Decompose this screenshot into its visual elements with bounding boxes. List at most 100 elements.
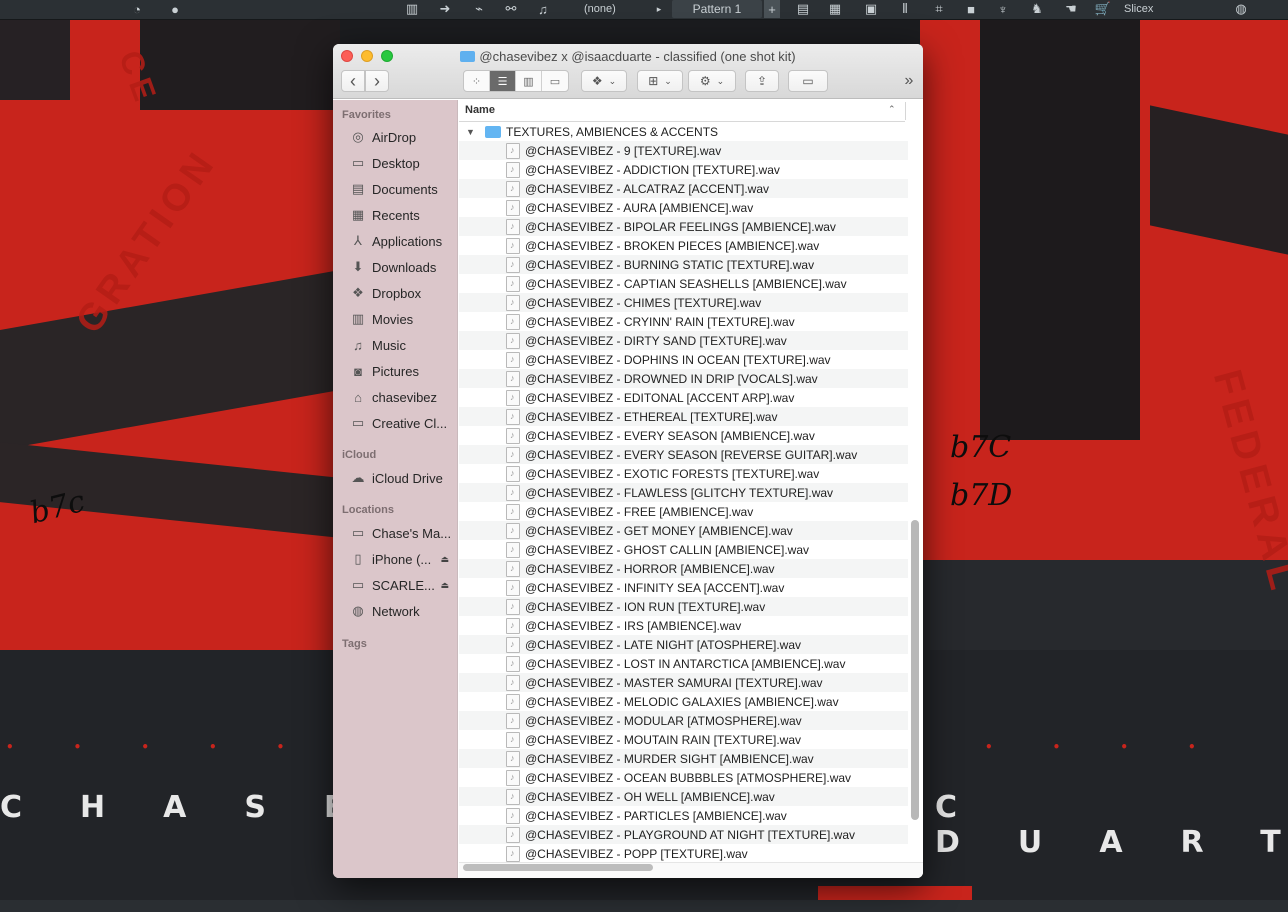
bell-icon[interactable]: ♫ <box>530 0 556 18</box>
sidebar-item-pictures[interactable]: ◙ Pictures <box>349 360 457 382</box>
share-button[interactable]: ⇪ <box>745 70 779 92</box>
tags-button[interactable]: ▭ <box>788 70 828 92</box>
file-row[interactable]: @CHASEVIBEZ - FLAWLESS [GLITCHY TEXTURE]… <box>459 483 908 502</box>
file-row[interactable]: @CHASEVIBEZ - DOPHINS IN OCEAN [TEXTURE]… <box>459 350 908 369</box>
pattern-name[interactable]: Pattern 1 <box>672 0 762 18</box>
folder-row[interactable]: ▼ TEXTURES, AMBIENCES & ACCENTS <box>459 122 908 141</box>
mixer-icon[interactable]: ▣ <box>858 0 884 18</box>
piano-icon[interactable]: ▥ <box>398 0 426 18</box>
file-row[interactable]: @CHASEVIBEZ - ION RUN [TEXTURE].wav <box>459 597 908 616</box>
cart-icon[interactable]: 🛒 <box>1090 0 1116 18</box>
eject-icon[interactable]: ⏏ <box>440 554 449 565</box>
column-header[interactable]: Name ⌃ <box>459 100 906 122</box>
file-row[interactable]: @CHASEVIBEZ - PARTICLES [AMBIENCE].wav <box>459 806 908 825</box>
daw-bottom-bar <box>0 900 1288 912</box>
file-row[interactable]: @CHASEVIBEZ - INFINITY SEA [ACCENT].wav <box>459 578 908 597</box>
arrow-icon[interactable]: ➜ <box>432 0 458 18</box>
plugin-icon[interactable]: ♆ <box>990 0 1016 18</box>
file-row[interactable]: @CHASEVIBEZ - DROWNED IN DRIP [VOCALS].w… <box>459 369 908 388</box>
file-row[interactable]: @CHASEVIBEZ - OH WELL [AMBIENCE].wav <box>459 787 908 806</box>
file-row[interactable]: @CHASEVIBEZ - DIRTY SAND [TEXTURE].wav <box>459 331 908 350</box>
sidebar-item-network[interactable]: ◍ Network <box>349 600 457 622</box>
sidebar-item-desktop[interactable]: ▭ Desktop <box>349 152 457 174</box>
icon-view-icon[interactable]: ⁘ <box>464 71 490 91</box>
sidebar-item-chase-s-ma[interactable]: ▭ Chase's Ma... <box>349 522 457 544</box>
pattern-selector[interactable]: (none) <box>570 0 640 18</box>
playlist-icon[interactable]: ▤ <box>790 0 816 18</box>
file-row[interactable]: @CHASEVIBEZ - GHOST CALLIN [AMBIENCE].wa… <box>459 540 908 559</box>
forward-button[interactable]: › <box>365 70 389 92</box>
play-arrow-icon[interactable]: ▸ <box>652 0 666 18</box>
column-view-icon[interactable]: ▥ <box>516 71 542 91</box>
file-row[interactable]: @CHASEVIBEZ - MELODIC GALAXIES [AMBIENCE… <box>459 692 908 711</box>
file-row[interactable]: @CHASEVIBEZ - ETHEREAL [TEXTURE].wav <box>459 407 908 426</box>
knob-icon[interactable]: ● <box>162 0 188 18</box>
add-pattern-button[interactable]: + <box>764 0 780 18</box>
channel-rack-icon[interactable]: ▦ <box>822 0 848 18</box>
sidebar-item-movies[interactable]: ▥ Movies <box>349 308 457 330</box>
file-row[interactable]: @CHASEVIBEZ - PLAYGROUND AT NIGHT [TEXTU… <box>459 825 908 844</box>
back-button[interactable]: ‹ <box>341 70 365 92</box>
file-row[interactable]: @CHASEVIBEZ - IRS [AMBIENCE].wav <box>459 616 908 635</box>
group-button[interactable]: ⊞ ⌄ <box>637 70 683 92</box>
file-row[interactable]: @CHASEVIBEZ - POPP [TEXTURE].wav <box>459 844 908 862</box>
horizontal-scrollbar[interactable] <box>463 864 653 871</box>
file-row[interactable]: @CHASEVIBEZ - EXOTIC FORESTS [TEXTURE].w… <box>459 464 908 483</box>
link-icon[interactable]: ⚯ <box>498 0 524 18</box>
file-row[interactable]: @CHASEVIBEZ - BURNING STATIC [TEXTURE].w… <box>459 255 908 274</box>
dropbox-menu-button[interactable]: ❖ ⌄ <box>581 70 627 92</box>
file-row[interactable]: @CHASEVIBEZ - CAPTIAN SEASHELLS [AMBIENC… <box>459 274 908 293</box>
sidebar-item-scarle[interactable]: ▭ SCARLE... ⏏ <box>349 574 457 596</box>
sidebar-item-recents[interactable]: ▦ Recents <box>349 204 457 226</box>
sidebar-item-airdrop[interactable]: ◎ AirDrop <box>349 126 457 148</box>
browser-icon[interactable]: ⌗ <box>926 0 952 18</box>
file-row[interactable]: @CHASEVIBEZ - OCEAN BUBBBLES [ATMOSPHERE… <box>459 768 908 787</box>
file-row[interactable]: @CHASEVIBEZ - GET MONEY [AMBIENCE].wav <box>459 521 908 540</box>
sidebar-item-iphone[interactable]: ▯ iPhone (... ⏏ <box>349 548 457 570</box>
file-row[interactable]: @CHASEVIBEZ - BROKEN PIECES [AMBIENCE].w… <box>459 236 908 255</box>
person-icon[interactable]: ♞ <box>1024 0 1050 18</box>
sliders-icon[interactable]: ⫴ <box>892 0 918 18</box>
disclosure-triangle-icon[interactable]: ▼ <box>466 127 480 137</box>
eject-icon[interactable]: ⏏ <box>440 580 449 591</box>
file-row[interactable]: @CHASEVIBEZ - MASTER SAMURAI [TEXTURE].w… <box>459 673 908 692</box>
sort-chevron-icon[interactable]: ⌃ <box>888 104 896 115</box>
sidebar-item-dropbox[interactable]: ❖ Dropbox <box>349 282 457 304</box>
file-row[interactable]: @CHASEVIBEZ - HORROR [AMBIENCE].wav <box>459 559 908 578</box>
file-row[interactable]: @CHASEVIBEZ - MOUTAIN RAIN [TEXTURE].wav <box>459 730 908 749</box>
file-row[interactable]: @CHASEVIBEZ - FREE [AMBIENCE].wav <box>459 502 908 521</box>
vertical-scrollbar[interactable] <box>911 520 919 820</box>
sidebar-item-documents[interactable]: ▤ Documents <box>349 178 457 200</box>
name-column-header[interactable]: Name <box>465 104 495 116</box>
gallery-view-icon[interactable]: ▭ <box>542 71 568 91</box>
file-row[interactable]: @CHASEVIBEZ - LATE NIGHT [ATOSPHERE].wav <box>459 635 908 654</box>
list-view-icon[interactable]: ☰ <box>490 71 516 91</box>
action-button[interactable]: ⚙ ⌄ <box>688 70 736 92</box>
globe-icon[interactable]: ◍ <box>1232 0 1250 18</box>
sidebar-item-icloud-drive[interactable]: ☁ iCloud Drive <box>349 467 457 489</box>
tools-icon[interactable]: ⌁ <box>466 0 492 18</box>
file-row[interactable]: @CHASEVIBEZ - ADDICTION [TEXTURE].wav <box>459 160 908 179</box>
toolbar-overflow-button[interactable]: » <box>899 70 919 92</box>
file-row[interactable]: @CHASEVIBEZ - AURA [AMBIENCE].wav <box>459 198 908 217</box>
stop-icon[interactable]: ■ <box>958 0 984 18</box>
sidebar-item-applications[interactable]: ⅄ Applications <box>349 230 457 252</box>
hand-icon[interactable]: ☚ <box>1058 0 1084 18</box>
file-row[interactable]: @CHASEVIBEZ - LOST IN ANTARCTICA [AMBIEN… <box>459 654 908 673</box>
sidebar-item-chasevibez[interactable]: ⌂ chasevibez <box>349 386 457 408</box>
file-row[interactable]: @CHASEVIBEZ - ALCATRAZ [ACCENT].wav <box>459 179 908 198</box>
knob-icon[interactable]: ◔ <box>120 0 154 18</box>
file-row[interactable]: @CHASEVIBEZ - MURDER SIGHT [AMBIENCE].wa… <box>459 749 908 768</box>
file-row[interactable]: @CHASEVIBEZ - BIPOLAR FEELINGS [AMBIENCE… <box>459 217 908 236</box>
file-row[interactable]: @CHASEVIBEZ - EVERY SEASON [AMBIENCE].wa… <box>459 426 908 445</box>
file-row[interactable]: @CHASEVIBEZ - 9 [TEXTURE].wav <box>459 141 908 160</box>
airdrop-icon: ◎ <box>352 129 364 144</box>
file-row[interactable]: @CHASEVIBEZ - MODULAR [ATMOSPHERE].wav <box>459 711 908 730</box>
file-row[interactable]: @CHASEVIBEZ - EVERY SEASON [REVERSE GUIT… <box>459 445 908 464</box>
file-row[interactable]: @CHASEVIBEZ - CHIMES [TEXTURE].wav <box>459 293 908 312</box>
file-row[interactable]: @CHASEVIBEZ - CRYINN' RAIN [TEXTURE].wav <box>459 312 908 331</box>
sidebar-item-downloads[interactable]: ⬇ Downloads <box>349 256 457 278</box>
sidebar-item-creative-cl[interactable]: ▭ Creative Cl... <box>349 412 457 434</box>
file-row[interactable]: @CHASEVIBEZ - EDITONAL [ACCENT ARP].wav <box>459 388 908 407</box>
sidebar-item-music[interactable]: ♫ Music <box>349 334 457 356</box>
